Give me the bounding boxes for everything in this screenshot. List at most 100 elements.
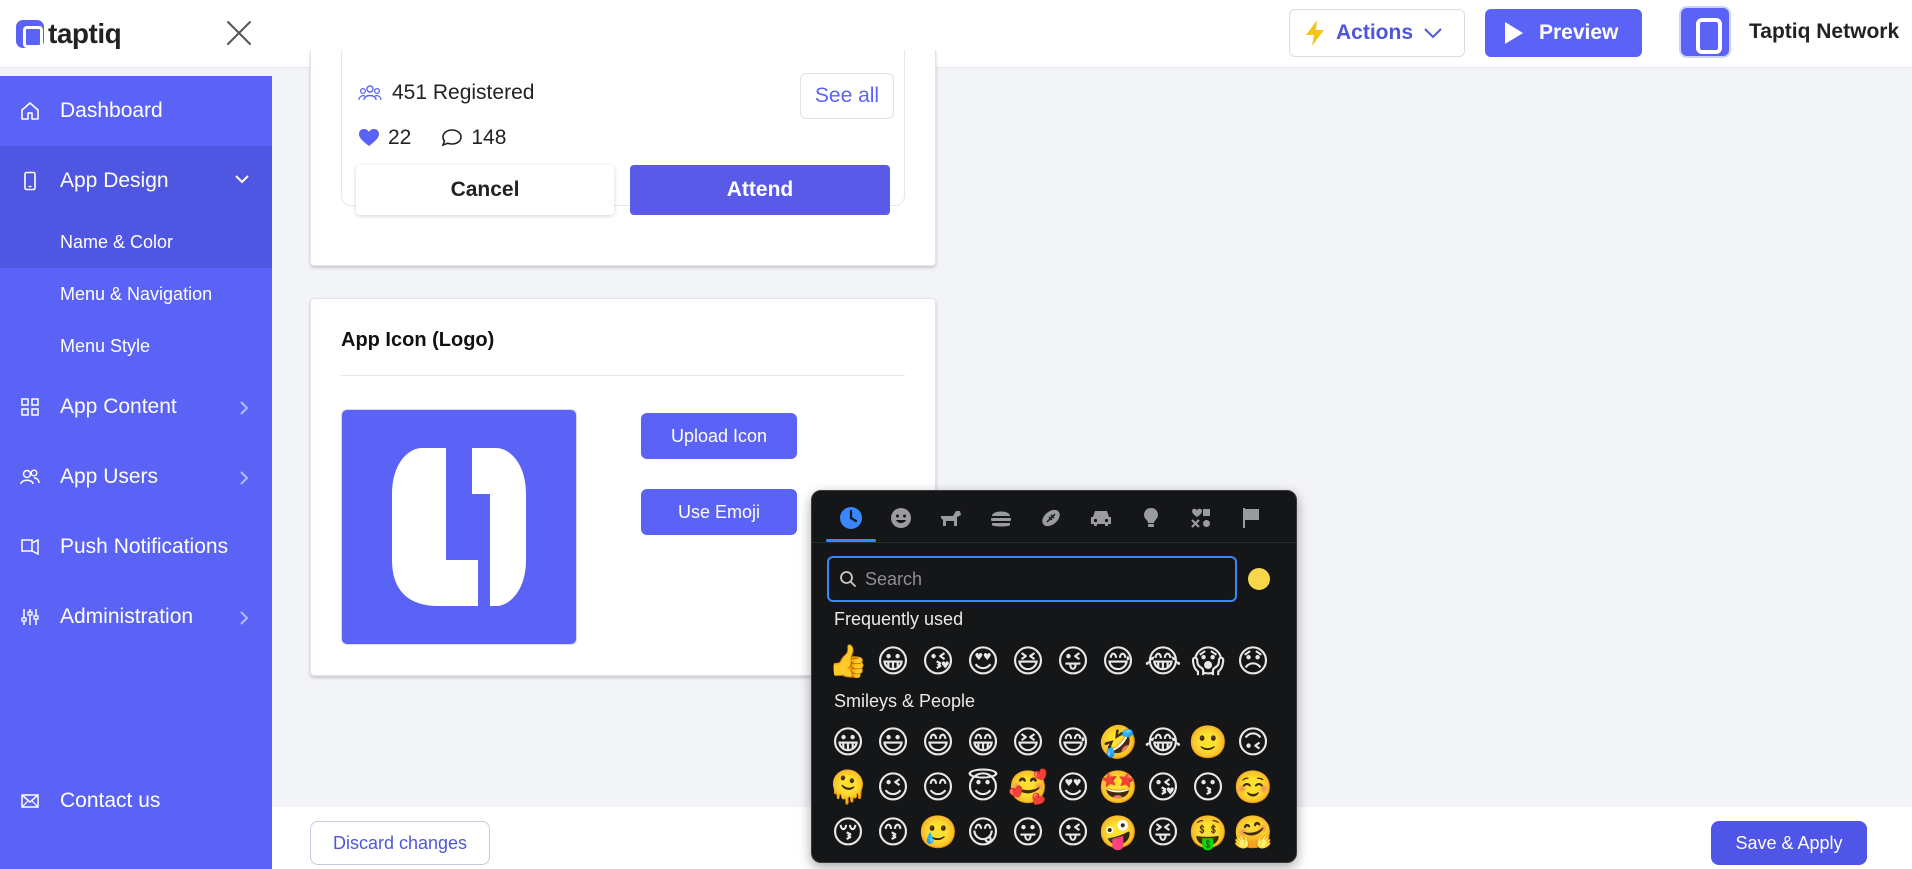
logo-text: taptiq — [48, 18, 122, 49]
emoji-item[interactable]: 🤪 — [1098, 812, 1138, 852]
emoji-search-input[interactable] — [865, 568, 1225, 590]
emoji-disappointed[interactable]: 😞 — [1233, 641, 1273, 681]
emoji-item[interactable]: 🫠 — [828, 767, 868, 807]
emoji-item[interactable]: 😃 — [873, 722, 913, 762]
emoji-laughing[interactable]: 😆 — [1008, 641, 1048, 681]
emoji-scream[interactable]: 😱 — [1188, 641, 1228, 681]
emoji-item[interactable]: 😘 — [1143, 767, 1183, 807]
emoji-item[interactable]: 😗 — [1188, 767, 1228, 807]
save-label: Save & Apply — [1735, 832, 1843, 853]
emoji-item[interactable]: 😁 — [963, 722, 1003, 762]
account-menu[interactable]: Taptiq Network — [1679, 6, 1899, 58]
sidebar-subitem-name-color[interactable]: Name & Color — [0, 216, 272, 268]
emoji-item[interactable]: 🤗 — [1233, 812, 1273, 852]
home-icon — [20, 101, 40, 121]
chevron-right-icon — [240, 611, 249, 625]
smileys-row: 😚 😙 🥲 😋 😛 😜 🤪 😝 🤑 🤗 — [828, 812, 1273, 852]
emoji-item[interactable]: 😋 — [963, 812, 1003, 852]
sidebar-item-app-content[interactable]: App Content — [0, 372, 272, 442]
emoji-item[interactable]: 🤑 — [1188, 812, 1228, 852]
sidebar-item-push-notifications[interactable]: Push Notifications — [0, 512, 272, 582]
emoji-item[interactable]: ☺️ — [1233, 767, 1273, 807]
emoji-thumbs-up[interactable]: 👍 — [828, 641, 868, 681]
active-category-indicator — [826, 539, 876, 542]
frequently-used-row: 👍 😀 😘 😍 😆 😜 😅 😂 😱 😞 — [828, 641, 1273, 681]
sidebar-subitem-menu-style[interactable]: Menu Style — [0, 320, 272, 372]
discard-label: Discard changes — [332, 832, 468, 853]
sidebar-item-administration[interactable]: Administration — [0, 582, 272, 652]
emoji-search-box — [827, 556, 1237, 602]
emoji-item[interactable]: 🤩 — [1098, 767, 1138, 807]
sidebar-item-contact-us[interactable]: Contact us — [0, 766, 272, 836]
emoji-item[interactable]: 😍 — [1053, 767, 1093, 807]
attend-button[interactable]: Attend — [630, 165, 890, 215]
sliders-icon — [20, 607, 40, 627]
close-icon[interactable] — [224, 18, 254, 48]
category-activity-icon[interactable] — [1035, 503, 1067, 533]
category-animals-icon[interactable] — [935, 503, 967, 533]
emoji-heart-eyes[interactable]: 😍 — [963, 641, 1003, 681]
emoji-item[interactable]: 🙃 — [1233, 722, 1273, 762]
emoji-item[interactable]: 😊 — [918, 767, 958, 807]
sidebar-subitem-label: Menu & Navigation — [60, 283, 213, 304]
preview-button[interactable]: Preview — [1485, 9, 1642, 57]
cancel-button[interactable]: Cancel — [356, 165, 614, 215]
registered-count: 451 Registered — [392, 81, 535, 104]
emoji-grinning[interactable]: 😀 — [873, 641, 913, 681]
search-icon — [840, 571, 856, 587]
category-flags-icon[interactable] — [1235, 503, 1267, 533]
app-icon-title: App Icon (Logo) — [341, 329, 495, 351]
taptiq-logo[interactable]: taptiq — [16, 18, 122, 50]
see-all-button[interactable]: See all — [800, 73, 894, 119]
sidebar-item-app-users[interactable]: App Users — [0, 442, 272, 512]
discard-changes-button[interactable]: Discard changes — [310, 821, 490, 865]
emoji-item[interactable]: 😉 — [873, 767, 913, 807]
emoji-item[interactable]: 😇 — [963, 767, 1003, 807]
grid-icon — [20, 397, 40, 417]
emoji-item[interactable]: 😂 — [1143, 722, 1183, 762]
emoji-item[interactable]: 😀 — [828, 722, 868, 762]
heart-icon[interactable] — [358, 128, 380, 148]
category-objects-icon[interactable] — [1135, 503, 1167, 533]
skin-tone-selector[interactable] — [1248, 568, 1270, 590]
save-apply-button[interactable]: Save & Apply — [1711, 821, 1867, 865]
emoji-joy[interactable]: 😂 — [1143, 641, 1183, 681]
emoji-item[interactable]: 😜 — [1053, 812, 1093, 852]
emoji-item[interactable]: 😝 — [1143, 812, 1183, 852]
sidebar-subitem-menu-navigation[interactable]: Menu & Navigation — [0, 268, 272, 320]
sidebar-item-label: Push Notifications — [60, 535, 229, 558]
emoji-item[interactable]: 🤣 — [1098, 722, 1138, 762]
play-icon — [1505, 22, 1523, 44]
emoji-item[interactable]: 😙 — [873, 812, 913, 852]
logo-mark-icon — [16, 20, 44, 48]
emoji-winking-tongue[interactable]: 😜 — [1053, 641, 1093, 681]
category-travel-icon[interactable] — [1085, 503, 1117, 533]
emoji-sweat-smile[interactable]: 😅 — [1098, 641, 1138, 681]
chevron-down-icon — [235, 175, 249, 184]
category-food-icon[interactable] — [985, 503, 1017, 533]
comment-icon[interactable] — [441, 128, 463, 148]
event-preview-card: 451 Registered See all 22 148 Cancel Att… — [310, 50, 936, 266]
emoji-item[interactable]: 😚 — [828, 812, 868, 852]
actions-button[interactable]: Actions — [1289, 9, 1465, 57]
mail-icon — [20, 791, 40, 811]
sidebar-item-app-design[interactable]: App Design — [0, 146, 272, 216]
cancel-label: Cancel — [450, 178, 520, 201]
sidebar-item-label: App Users — [60, 465, 159, 488]
emoji-item[interactable]: 🥰 — [1008, 767, 1048, 807]
emoji-item[interactable]: 🙂 — [1188, 722, 1228, 762]
emoji-item[interactable]: 😄 — [918, 722, 958, 762]
emoji-kissing-heart[interactable]: 😘 — [918, 641, 958, 681]
category-smileys-icon[interactable] — [885, 503, 917, 533]
category-symbols-icon[interactable] — [1185, 503, 1217, 533]
sidebar-item-dashboard[interactable]: Dashboard — [0, 76, 272, 146]
emoji-item[interactable]: 😆 — [1008, 722, 1048, 762]
emoji-item[interactable]: 😅 — [1053, 722, 1093, 762]
sidebar-item-label: App Content — [60, 395, 177, 418]
use-emoji-button[interactable]: Use Emoji — [641, 489, 797, 535]
emoji-item[interactable]: 🥲 — [918, 812, 958, 852]
category-recent-icon[interactable] — [835, 503, 867, 533]
use-emoji-label: Use Emoji — [677, 501, 761, 522]
emoji-item[interactable]: 😛 — [1008, 812, 1048, 852]
upload-icon-button[interactable]: Upload Icon — [641, 413, 797, 459]
